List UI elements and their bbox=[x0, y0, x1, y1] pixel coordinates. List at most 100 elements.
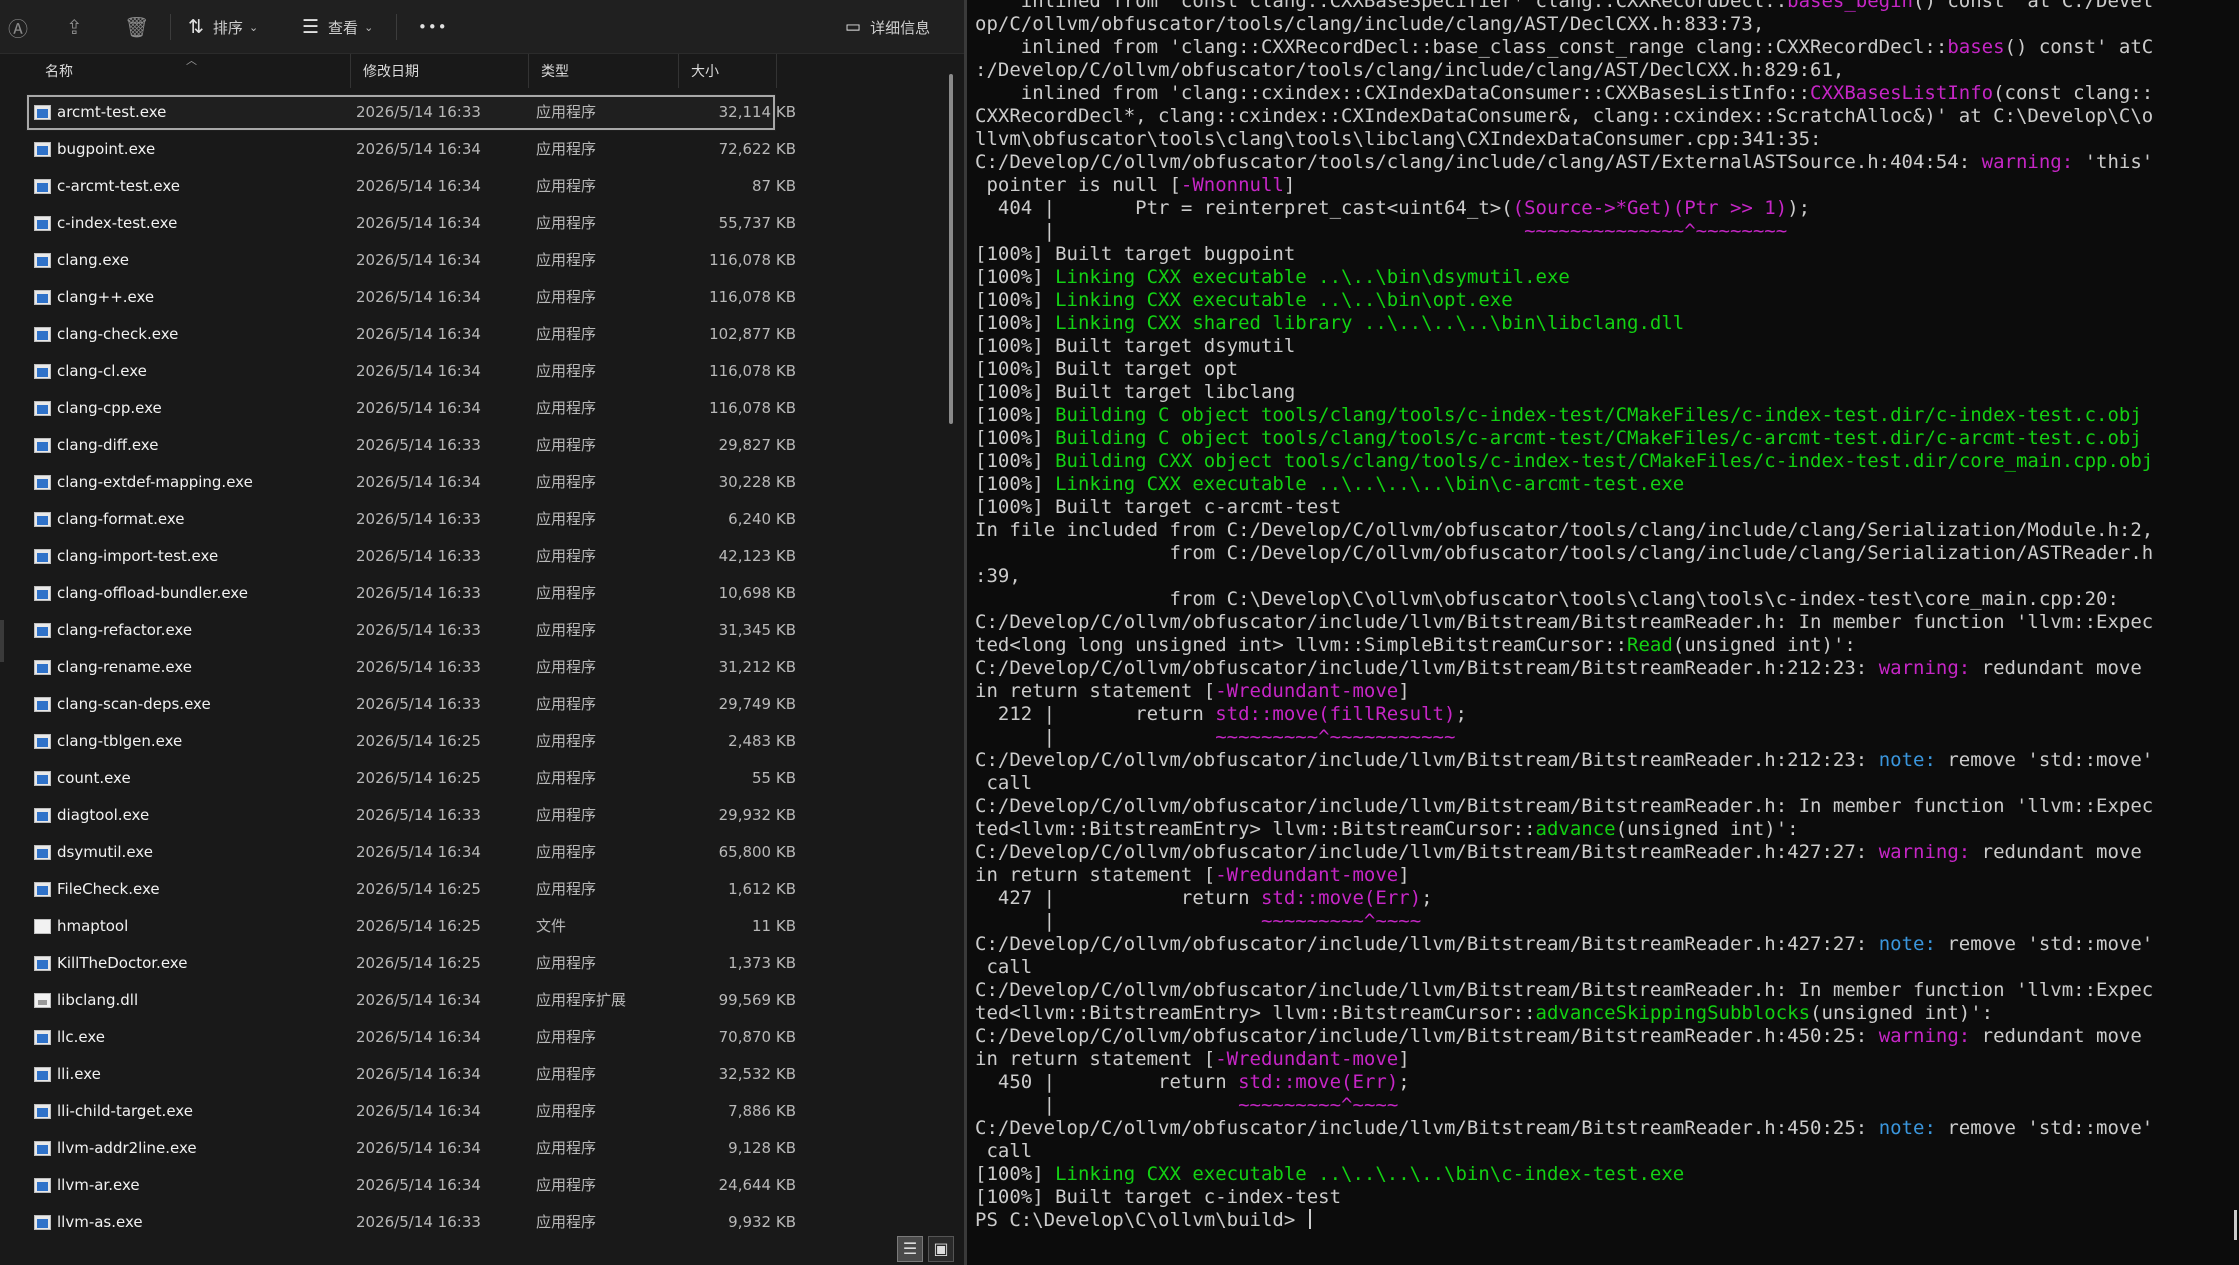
terminal-text-segment: [100%] bbox=[975, 266, 1056, 288]
terminal-text-segment: C:/Develop/C/ollvm/obfuscator/include/ll… bbox=[975, 611, 2154, 633]
share-icon: ⇪ bbox=[66, 15, 83, 39]
details-pane-button[interactable]: ▭ 详细信息 bbox=[845, 0, 930, 54]
terminal-text-segment: inlined from 'clang::cxindex::CXIndexDat… bbox=[975, 82, 1811, 104]
file-name: count.exe bbox=[57, 769, 131, 787]
column-header-type[interactable]: 类型 bbox=[529, 54, 679, 88]
file-row[interactable]: bugpoint.exe 2026/5/14 16:34 应用程序 72,622 KB bbox=[26, 131, 796, 168]
terminal-text-segment: ] bbox=[1283, 174, 1296, 196]
file-row[interactable]: clang-tblgen.exe 2026/5/14 16:25 应用程序 2,483… bbox=[26, 723, 796, 760]
file-row[interactable]: libclang.dll 2026/5/14 16:34 应用程序扩展 99,569 … bbox=[26, 982, 796, 1019]
view-button[interactable]: ☰ 查看 ⌄ bbox=[302, 0, 373, 54]
file-row[interactable]: count.exe 2026/5/14 16:25 应用程序 55 KB bbox=[26, 760, 796, 797]
terminal-text-segment: advanceSkippingSubblocks bbox=[1535, 1002, 1811, 1024]
terminal-text-segment: bases_begin bbox=[1787, 0, 1914, 12]
file-row[interactable]: c-arcmt-test.exe 2026/5/14 16:34 应用程序 87 KB bbox=[26, 168, 796, 205]
file-row[interactable]: llc.exe 2026/5/14 16:34 应用程序 70,870 KB bbox=[26, 1019, 796, 1056]
terminal-pane[interactable]: inlined from 'const clang::CXXBaseSpecif… bbox=[967, 0, 2239, 1265]
file-row[interactable]: dsymutil.exe 2026/5/14 16:34 应用程序 65,800 KB bbox=[26, 834, 796, 871]
file-row[interactable]: clang.exe 2026/5/14 16:34 应用程序 116,078 KB bbox=[26, 242, 796, 279]
file-row[interactable]: clang-cl.exe 2026/5/14 16:34 应用程序 116,078 K… bbox=[26, 353, 796, 390]
details-view-button[interactable]: ☰ bbox=[897, 1236, 923, 1262]
file-row[interactable]: llvm-ar.exe 2026/5/14 16:34 应用程序 24,644 KB bbox=[26, 1167, 796, 1204]
navigation-pane-splitter[interactable] bbox=[0, 620, 4, 662]
file-row[interactable]: KillTheDoctor.exe 2026/5/14 16:25 应用程序 1,37… bbox=[26, 945, 796, 982]
terminal-line: in return statement [-Wredundant-move] bbox=[975, 864, 2235, 887]
terminal-text-segment: 450 | return bbox=[975, 1071, 1239, 1093]
file-modified-date: 2026/5/14 16:34 bbox=[356, 1065, 481, 1083]
file-type: 应用程序 bbox=[536, 103, 597, 121]
file-row[interactable]: clang++.exe 2026/5/14 16:34 应用程序 116,078 KB bbox=[26, 279, 796, 316]
terminal-line: inlined from 'clang::CXXRecordDecl::base… bbox=[975, 36, 2235, 59]
file-type: 应用程序 bbox=[536, 695, 597, 713]
terminal-text-segment: remove 'std::move' bbox=[1935, 749, 2154, 771]
file-size: 65,800 KB bbox=[718, 843, 796, 861]
file-row[interactable]: llvm-addr2line.exe 2026/5/14 16:34 应用程序 9,1… bbox=[26, 1130, 796, 1167]
column-header-size[interactable]: 大小 bbox=[679, 54, 777, 88]
large-icons-view-button[interactable]: ▣ bbox=[928, 1236, 954, 1262]
terminal-text-segment: C:/Develop/C/ollvm/obfuscator/tools/clan… bbox=[975, 151, 1982, 173]
file-type: 应用程序 bbox=[536, 510, 597, 528]
exe-icon bbox=[34, 327, 51, 342]
column-header-name[interactable]: 名称 bbox=[33, 54, 351, 88]
file-row[interactable]: clang-diff.exe 2026/5/14 16:33 应用程序 29,827 … bbox=[26, 427, 796, 464]
file-name: bugpoint.exe bbox=[57, 140, 156, 158]
column-header-modified[interactable]: 修改日期 bbox=[351, 54, 529, 88]
file-row[interactable]: c-index-test.exe 2026/5/14 16:34 应用程序 55,73… bbox=[26, 205, 796, 242]
file-row[interactable]: lli.exe 2026/5/14 16:34 应用程序 32,532 KB bbox=[26, 1056, 796, 1093]
terminal-text-segment: ] bbox=[1398, 864, 1410, 886]
file-row[interactable]: diagtool.exe 2026/5/14 16:33 应用程序 29,932 KB bbox=[26, 797, 796, 834]
file-row[interactable]: clang-format.exe 2026/5/14 16:33 应用程序 6,240… bbox=[26, 501, 796, 538]
file-row[interactable]: arcmt-test.exe 2026/5/14 16:33 应用程序 32,114 … bbox=[26, 94, 796, 131]
sort-button[interactable]: ⇅ 排序 ⌄ bbox=[188, 0, 258, 54]
terminal-line: from C:/Develop/C/ollvm/obfuscator/tools… bbox=[975, 542, 2235, 565]
terminal-text-segment: 404 | Ptr = reinterpret_cast<uint64_t>( bbox=[975, 197, 1513, 219]
file-row[interactable]: lli-child-target.exe 2026/5/14 16:34 应用程序 7… bbox=[26, 1093, 796, 1130]
file-row[interactable]: clang-check.exe 2026/5/14 16:34 应用程序 102,87… bbox=[26, 316, 796, 353]
file-row[interactable]: hmaptool 2026/5/14 16:25 文件 11 KB bbox=[26, 908, 796, 945]
exe-icon bbox=[34, 1030, 51, 1045]
terminal-text-segment: remove 'std::move' bbox=[1935, 933, 2154, 955]
share-button[interactable]: ⇪ bbox=[66, 0, 83, 54]
terminal-line: C:/Develop/C/ollvm/obfuscator/include/ll… bbox=[975, 795, 2235, 818]
file-row[interactable]: clang-scan-deps.exe 2026/5/14 16:33 应用程序 29… bbox=[26, 686, 796, 723]
more-options-button[interactable]: ••• bbox=[418, 0, 448, 54]
toolbar-divider bbox=[170, 14, 171, 40]
file-row[interactable]: llvm-as.exe 2026/5/14 16:33 应用程序 9,932 KB bbox=[26, 1204, 796, 1241]
terminal-text-segment: C:/Develop/C/ollvm/obfuscator/include/ll… bbox=[975, 795, 2154, 817]
terminal-text-segment: Linking CXX executable ..\..\bin\dsymuti… bbox=[1055, 266, 1570, 288]
terminal-text-segment: (Source->*Get)(Ptr >> 1) bbox=[1512, 197, 1788, 219]
file-row[interactable]: clang-import-test.exe 2026/5/14 16:33 应用程序… bbox=[26, 538, 796, 575]
terminal-line: | ~~~~~~~~~^~~~~ bbox=[975, 1094, 2235, 1117]
file-row[interactable]: clang-cpp.exe 2026/5/14 16:34 应用程序 116,078 … bbox=[26, 390, 796, 427]
terminal-text-segment: warning: bbox=[1981, 151, 2074, 173]
file-row[interactable]: clang-refactor.exe 2026/5/14 16:33 应用程序 31,… bbox=[26, 612, 796, 649]
file-size: 116,078 KB bbox=[709, 288, 796, 306]
file-modified-date: 2026/5/14 16:34 bbox=[356, 140, 481, 158]
file-row[interactable]: clang-extdef-mapping.exe 2026/5/14 16:34 应… bbox=[26, 464, 796, 501]
file-type: 应用程序 bbox=[536, 473, 597, 491]
terminal-text-segment: 212 | return bbox=[975, 703, 1216, 725]
file-row[interactable]: FileCheck.exe 2026/5/14 16:25 应用程序 1,612 KB bbox=[26, 871, 796, 908]
terminal-line: 212 | return std::move(fillResult); bbox=[975, 703, 2235, 726]
file-modified-date: 2026/5/14 16:34 bbox=[356, 288, 481, 306]
terminal-line: from C:\Develop\C\ollvm\obfuscator\tools… bbox=[975, 588, 2235, 611]
file-name: clang-tblgen.exe bbox=[57, 732, 183, 750]
terminal-text-segment: [100%] bbox=[975, 427, 1056, 449]
terminal-text-segment: | bbox=[975, 220, 1525, 242]
file-row[interactable]: clang-rename.exe 2026/5/14 16:33 应用程序 31,21… bbox=[26, 649, 796, 686]
file-type: 应用程序 bbox=[536, 399, 597, 417]
terminal-text-segment: redundant move bbox=[1970, 657, 2142, 679]
view-label: 查看 bbox=[328, 18, 359, 37]
file-modified-date: 2026/5/14 16:34 bbox=[356, 177, 481, 195]
terminal-text-segment: op/C/ollvm/obfuscator/tools/clang/includ… bbox=[975, 13, 1765, 35]
rename-button[interactable]: Ⓐ bbox=[8, 0, 28, 54]
terminal-text-segment: C:/Develop/C/ollvm/obfuscator/include/ll… bbox=[975, 841, 1879, 863]
file-name: dsymutil.exe bbox=[57, 843, 153, 861]
delete-button[interactable]: 🗑 bbox=[124, 0, 149, 54]
file-name: lli.exe bbox=[57, 1065, 101, 1083]
file-row[interactable]: clang-offload-bundler.exe 2026/5/14 16:33… bbox=[26, 575, 796, 612]
file-list-scrollbar[interactable] bbox=[949, 74, 953, 424]
file-icon bbox=[34, 919, 51, 934]
terminal-scrollbar[interactable] bbox=[2234, 1210, 2237, 1240]
file-modified-date: 2026/5/14 16:25 bbox=[356, 880, 481, 898]
